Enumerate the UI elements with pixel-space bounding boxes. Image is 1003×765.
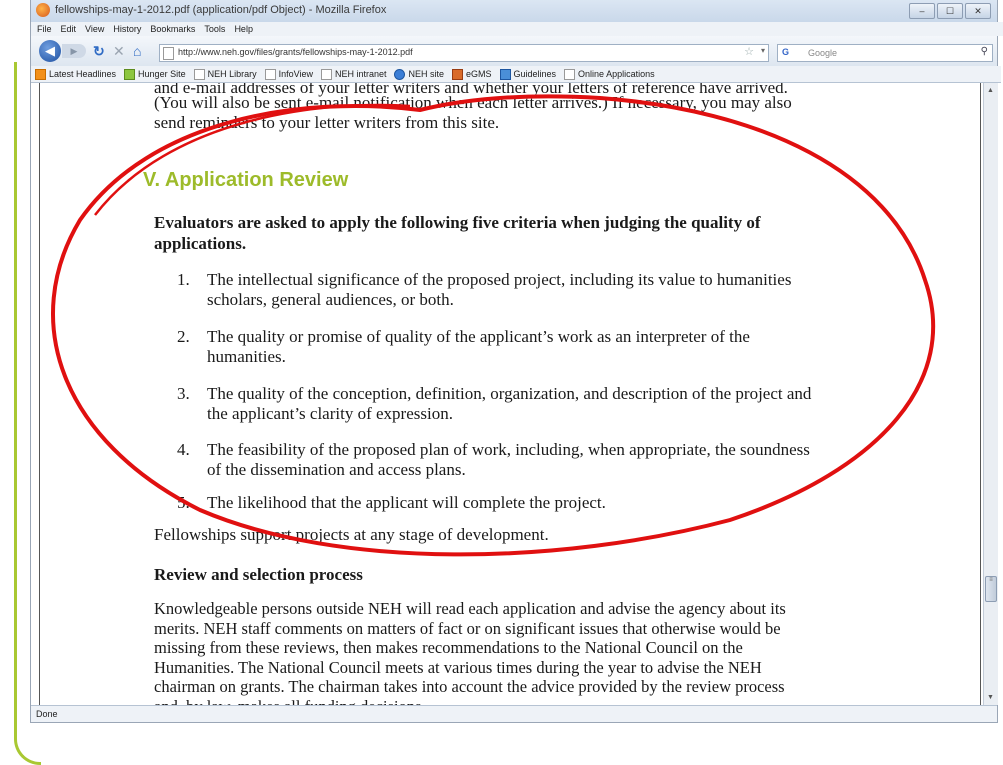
search-engine-icon[interactable]: G [782,47,789,57]
criterion-2: 2. The quality or promise of quality of t… [177,327,750,367]
bookmark-neh-intranet[interactable]: NEH intranet [320,68,386,80]
criterion-1: 1. The intellectual significance of the p… [177,270,791,310]
criterion-text: the applicant’s clarity of expression. [207,404,453,423]
criterion-number: 1. [177,270,190,289]
criterion-4: 4. The feasibility of the proposed plan o… [177,440,810,480]
criterion-5: 5. The likelihood that the applicant will… [177,493,606,513]
vertical-scrollbar[interactable]: ▲ ≡ ▼ [983,83,998,705]
reload-icon[interactable]: ↻ [93,43,105,59]
close-button[interactable]: ✕ [965,3,991,19]
criterion-text: of the dissemination and access plans. [207,460,466,479]
navigation-toolbar: ◀ ▶ ↻ ✕ ⌂ http://www.neh.gov/files/grant… [31,36,997,66]
maximize-button[interactable]: ☐ [937,3,963,19]
review-line: missing from these reviews, then makes r… [154,638,743,657]
criterion-text: The quality of the conception, definitio… [207,384,812,403]
criterion-text: The quality or promise of quality of the… [207,327,750,346]
support-statement: Fellowships support projects at any stag… [154,525,549,544]
intro-line: Evaluators are asked to apply the follow… [154,213,761,232]
search-placeholder: Google [808,48,838,58]
back-arrow-icon: ◀ [45,43,55,58]
criterion-3: 3. The quality of the conception, definit… [177,384,811,424]
egms-icon [452,68,463,80]
url-bar[interactable]: http://www.neh.gov/files/grants/fellowsh… [159,44,769,62]
criterion-text: The likelihood that the applicant will c… [207,493,606,512]
back-button[interactable]: ◀ [39,40,61,62]
paragraph-line: (You will also be sent e-mail notificati… [154,93,792,112]
bookmark-egms[interactable]: eGMS [452,68,492,80]
page-icon [264,68,276,80]
bookmark-hunger-site[interactable]: Hunger Site [124,68,186,80]
bookmark-star-icon[interactable]: ☆ [744,45,754,58]
criterion-number: 2. [177,327,190,346]
page-icon [320,68,332,80]
url-text: http://www.neh.gov/files/grants/fellowsh… [178,47,413,57]
leaf-icon [124,68,136,80]
review-line: Humanities. The National Council meets a… [154,657,762,677]
scroll-up-icon[interactable]: ▲ [987,87,994,94]
criterion-text: humanities. [207,347,286,366]
rss-icon [35,68,46,80]
criterion-text: scholars, general audiences, or both. [207,290,454,309]
window-controls: – ☐ ✕ [909,3,991,19]
review-subheading: Review and selection process [154,565,363,584]
criterion-number: 3. [177,384,190,403]
menu-view[interactable]: View [85,22,104,36]
search-input[interactable]: G Google ⚲ [777,44,993,62]
status-bar: Done [31,705,997,722]
status-text: Done [36,709,58,719]
firefox-icon [36,3,50,17]
review-paragraph: Knowledgeable persons outside NEH will r… [154,599,786,705]
home-icon[interactable]: ⌂ [133,43,141,59]
menu-bar: File Edit View History Bookmarks Tools H… [31,22,1003,36]
review-line: and, by law, makes all funding decisions… [154,697,786,706]
bookmark-neh-site[interactable]: NEH site [394,68,444,80]
bookmark-latest-headlines[interactable]: Latest Headlines [35,68,116,80]
review-line: chairman on grants. The chairman takes i… [154,677,785,696]
page-icon [193,68,205,80]
criterion-number: 4. [177,440,190,459]
bookmark-online-applications[interactable]: Online Applications [564,68,655,80]
menu-file[interactable]: File [37,22,52,36]
menu-tools[interactable]: Tools [204,22,225,36]
minimize-button[interactable]: – [909,3,935,19]
menu-history[interactable]: History [113,22,141,36]
url-dropdown-icon[interactable]: ▾ [761,46,765,55]
page-icon [163,47,174,60]
criterion-text: The intellectual significance of the pro… [207,270,792,289]
title-bar: fellowships-may-1-2012.pdf (application/… [31,0,997,22]
intro-paragraph: (You will also be sent e-mail notificati… [154,93,792,133]
forward-arrow-icon: ▶ [70,45,78,56]
forward-button[interactable]: ▶ [62,44,86,58]
search-icon[interactable]: ⚲ [981,46,988,57]
paragraph-line: send reminders to your letter writers fr… [154,113,500,132]
window-title: fellowships-may-1-2012.pdf (application/… [55,4,387,16]
criteria-intro: Evaluators are asked to apply the follow… [154,212,761,254]
stop-icon[interactable]: ✕ [113,43,125,59]
criterion-text: The feasibility of the proposed plan of … [207,440,810,459]
review-line: Knowledgeable persons outside NEH will r… [154,599,786,618]
menu-bookmarks[interactable]: Bookmarks [150,22,195,36]
page-icon [564,68,576,80]
browser-window: fellowships-may-1-2012.pdf (application/… [30,0,1003,723]
intro-line: applications. [154,234,247,253]
review-line: merits. NEH staff comments on matters of… [154,618,781,638]
bookmark-neh-library[interactable]: NEH Library [193,68,257,80]
guidelines-icon [499,68,511,80]
bookmark-guidelines[interactable]: Guidelines [499,68,556,80]
menu-edit[interactable]: Edit [61,22,77,36]
section-heading: V. Application Review [143,169,349,191]
bookmark-infoview[interactable]: InfoView [264,68,313,80]
menu-help[interactable]: Help [234,22,253,36]
pdf-viewport[interactable]: and e-mail addresses of your letter writ… [31,83,983,705]
scroll-down-icon[interactable]: ▼ [987,694,994,701]
criterion-number: 5. [177,493,190,512]
bookmarks-toolbar: Latest Headlines Hunger Site NEH Library… [31,66,1001,83]
ie-icon [394,68,406,80]
scrollbar-thumb[interactable]: ≡ [985,576,997,602]
